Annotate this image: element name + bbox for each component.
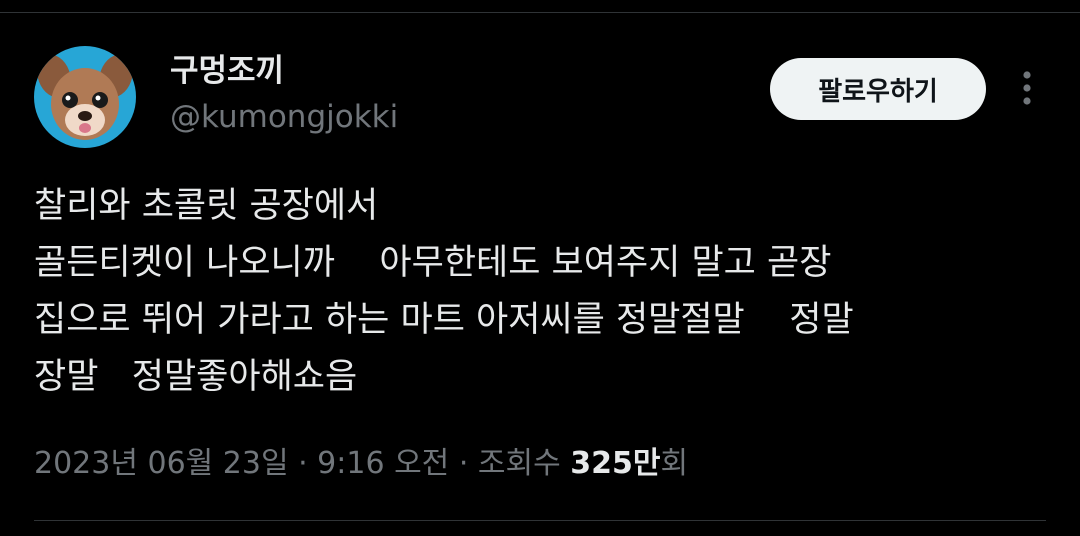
- bottom-divider: [34, 520, 1046, 521]
- avatar[interactable]: [34, 46, 136, 148]
- chihuahua-avatar-icon: [34, 46, 136, 148]
- more-vertical-icon: [1023, 71, 1031, 105]
- views-count: 325만: [570, 446, 661, 481]
- follow-button[interactable]: 팔로우하기: [770, 58, 986, 120]
- tweet-timestamp[interactable]: 2023년 06월 23일 · 9:16 오전: [34, 446, 449, 481]
- user-info: 구멍조끼 @kumongjokki: [170, 52, 398, 136]
- top-divider: [0, 12, 1080, 13]
- views-prefix: 조회수: [477, 446, 571, 481]
- tweet-text: 찰리와 초콜릿 공장에서 골든티켓이 나오니까 아무한테도 보여주지 말고 곧장…: [34, 186, 854, 397]
- display-name[interactable]: 구멍조끼: [170, 52, 398, 90]
- views-suffix: 회: [660, 446, 689, 481]
- tweet-meta: 2023년 06월 23일 · 9:16 오전 · 조회수 325만회: [34, 444, 688, 484]
- user-handle[interactable]: @kumongjokki: [170, 98, 398, 136]
- meta-separator: ·: [449, 446, 478, 481]
- more-options-button[interactable]: [1008, 64, 1046, 112]
